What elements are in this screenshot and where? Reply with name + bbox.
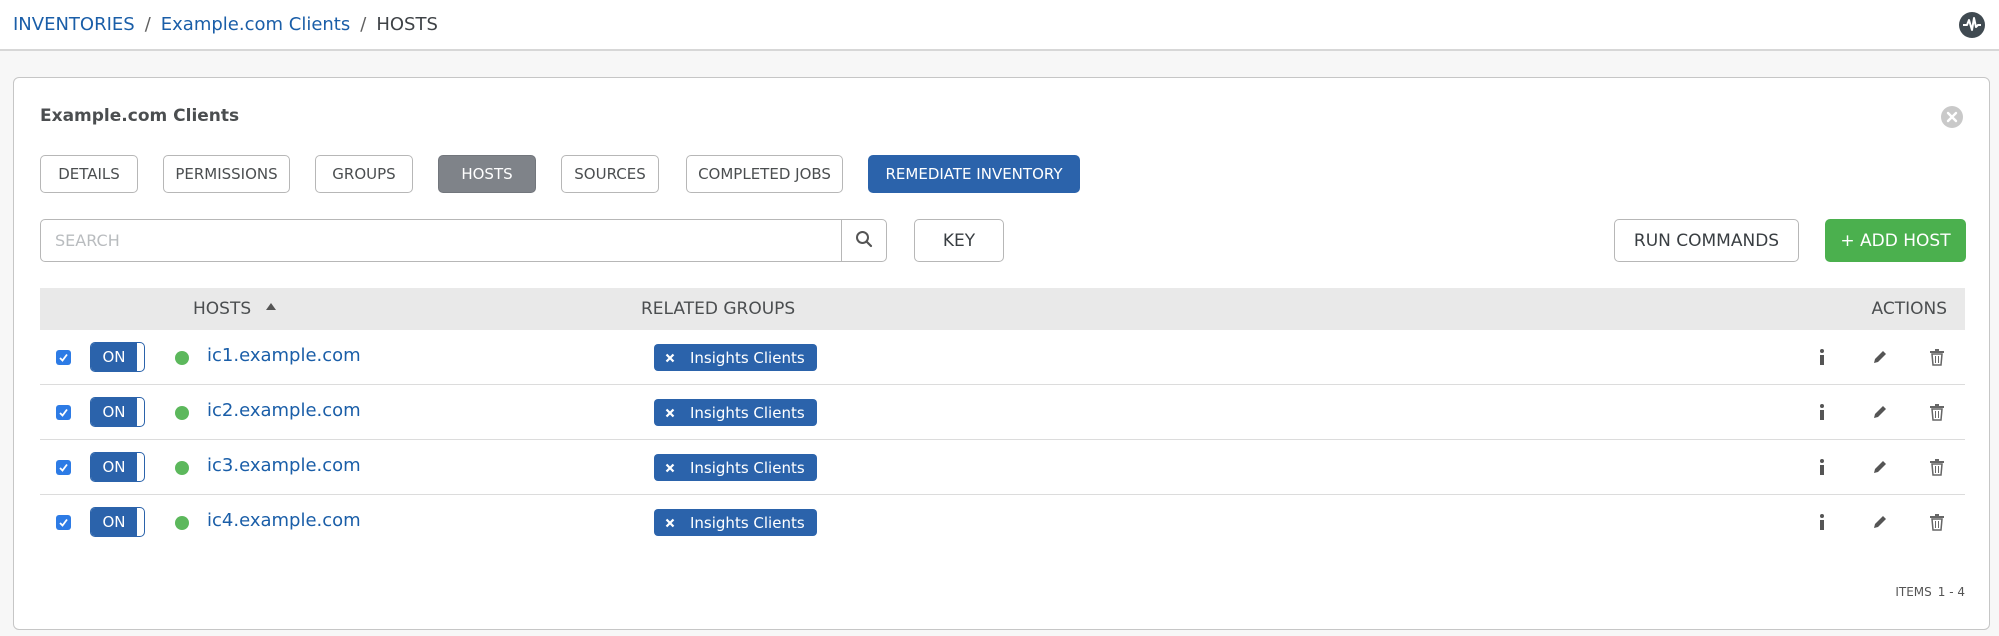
- table-row: ON ic4.example.com Insights Clients: [40, 495, 1965, 550]
- trash-icon[interactable]: [1925, 510, 1949, 534]
- enabled-toggle[interactable]: ON: [90, 507, 145, 537]
- tab-groups[interactable]: GROUPS: [315, 155, 413, 193]
- info-icon[interactable]: [1810, 455, 1834, 479]
- panel-title: Example.com Clients: [40, 106, 240, 126]
- related-group-label: Insights Clients: [690, 458, 805, 477]
- tab-hosts[interactable]: HOSTS: [438, 155, 536, 193]
- info-icon[interactable]: [1810, 400, 1834, 424]
- table-row: ON ic2.example.com Insights Clients: [40, 385, 1965, 440]
- pencil-icon[interactable]: [1868, 400, 1892, 424]
- table-header: HOSTS RELATED GROUPS ACTIONS: [40, 288, 1965, 330]
- trash-icon[interactable]: [1925, 345, 1949, 369]
- x-icon[interactable]: [664, 517, 676, 529]
- host-link[interactable]: ic3.example.com: [207, 455, 361, 476]
- tab-sources[interactable]: SOURCES: [561, 155, 659, 193]
- add-host-button[interactable]: + ADD HOST: [1825, 219, 1966, 262]
- row-checkbox[interactable]: [56, 350, 71, 365]
- host-link[interactable]: ic4.example.com: [207, 510, 361, 531]
- close-icon[interactable]: [1941, 106, 1963, 128]
- top-bar: INVENTORIES / Example.com Clients / HOST…: [0, 0, 1999, 51]
- related-group-tag: Insights Clients: [654, 509, 817, 536]
- related-group-label: Insights Clients: [690, 348, 805, 367]
- search-button[interactable]: [841, 220, 886, 261]
- column-header-hosts[interactable]: HOSTS: [193, 299, 251, 319]
- status-indicator: [175, 351, 189, 365]
- breadcrumb-separator: /: [144, 14, 151, 35]
- tab-details[interactable]: DETAILS: [40, 155, 138, 193]
- search-icon: [855, 230, 873, 252]
- enabled-toggle[interactable]: ON: [90, 342, 145, 372]
- breadcrumb-inventory[interactable]: Example.com Clients: [161, 14, 350, 35]
- toggle-label: ON: [91, 398, 137, 426]
- inventory-panel: Example.com Clients DETAILS PERMISSIONS …: [13, 77, 1990, 630]
- activity-stream-icon[interactable]: [1959, 12, 1985, 38]
- related-group-label: Insights Clients: [690, 513, 805, 532]
- toggle-label: ON: [91, 453, 137, 481]
- trash-icon[interactable]: [1925, 455, 1949, 479]
- row-checkbox[interactable]: [56, 405, 71, 420]
- pagination-label: ITEMS: [1895, 585, 1932, 599]
- breadcrumb-separator: /: [360, 14, 367, 35]
- pencil-icon[interactable]: [1868, 455, 1892, 479]
- tab-completed-jobs[interactable]: COMPLETED JOBS: [686, 155, 843, 193]
- pagination-range: 1 - 4: [1937, 585, 1965, 599]
- table-row: ON ic3.example.com Insights Clients: [40, 440, 1965, 495]
- breadcrumb-inventories[interactable]: INVENTORIES: [13, 14, 135, 35]
- table-row: ON ic1.example.com Insights Clients: [40, 330, 1965, 385]
- related-group-tag: Insights Clients: [654, 344, 817, 371]
- row-checkbox[interactable]: [56, 515, 71, 530]
- pencil-icon[interactable]: [1868, 510, 1892, 534]
- status-indicator: [175, 516, 189, 530]
- trash-icon[interactable]: [1925, 400, 1949, 424]
- x-icon[interactable]: [664, 462, 676, 474]
- status-indicator: [175, 461, 189, 475]
- column-header-related-groups: RELATED GROUPS: [641, 299, 796, 319]
- related-group-label: Insights Clients: [690, 403, 805, 422]
- column-header-actions: ACTIONS: [1871, 299, 1948, 319]
- host-link[interactable]: ic2.example.com: [207, 400, 361, 421]
- tab-permissions[interactable]: PERMISSIONS: [163, 155, 290, 193]
- pencil-icon[interactable]: [1868, 345, 1892, 369]
- x-icon[interactable]: [664, 352, 676, 364]
- related-group-tag: Insights Clients: [654, 454, 817, 481]
- enabled-toggle[interactable]: ON: [90, 452, 145, 482]
- related-group-tag: Insights Clients: [654, 399, 817, 426]
- x-icon[interactable]: [664, 407, 676, 419]
- status-indicator: [175, 406, 189, 420]
- toggle-label: ON: [91, 508, 137, 536]
- breadcrumb-current: HOSTS: [376, 14, 438, 35]
- remediate-inventory-button[interactable]: REMEDIATE INVENTORY: [868, 155, 1080, 193]
- key-button[interactable]: KEY: [914, 219, 1004, 262]
- sort-ascending-icon[interactable]: [266, 303, 276, 310]
- search-input[interactable]: [41, 220, 843, 261]
- row-checkbox[interactable]: [56, 460, 71, 475]
- pagination-info: ITEMS 1 - 4: [1895, 585, 1965, 599]
- search-box: [40, 219, 887, 262]
- breadcrumb: INVENTORIES / Example.com Clients / HOST…: [13, 14, 438, 35]
- run-commands-button[interactable]: RUN COMMANDS: [1614, 219, 1799, 262]
- host-link[interactable]: ic1.example.com: [207, 345, 361, 366]
- info-icon[interactable]: [1810, 510, 1834, 534]
- toggle-label: ON: [91, 343, 137, 371]
- enabled-toggle[interactable]: ON: [90, 397, 145, 427]
- info-icon[interactable]: [1810, 345, 1834, 369]
